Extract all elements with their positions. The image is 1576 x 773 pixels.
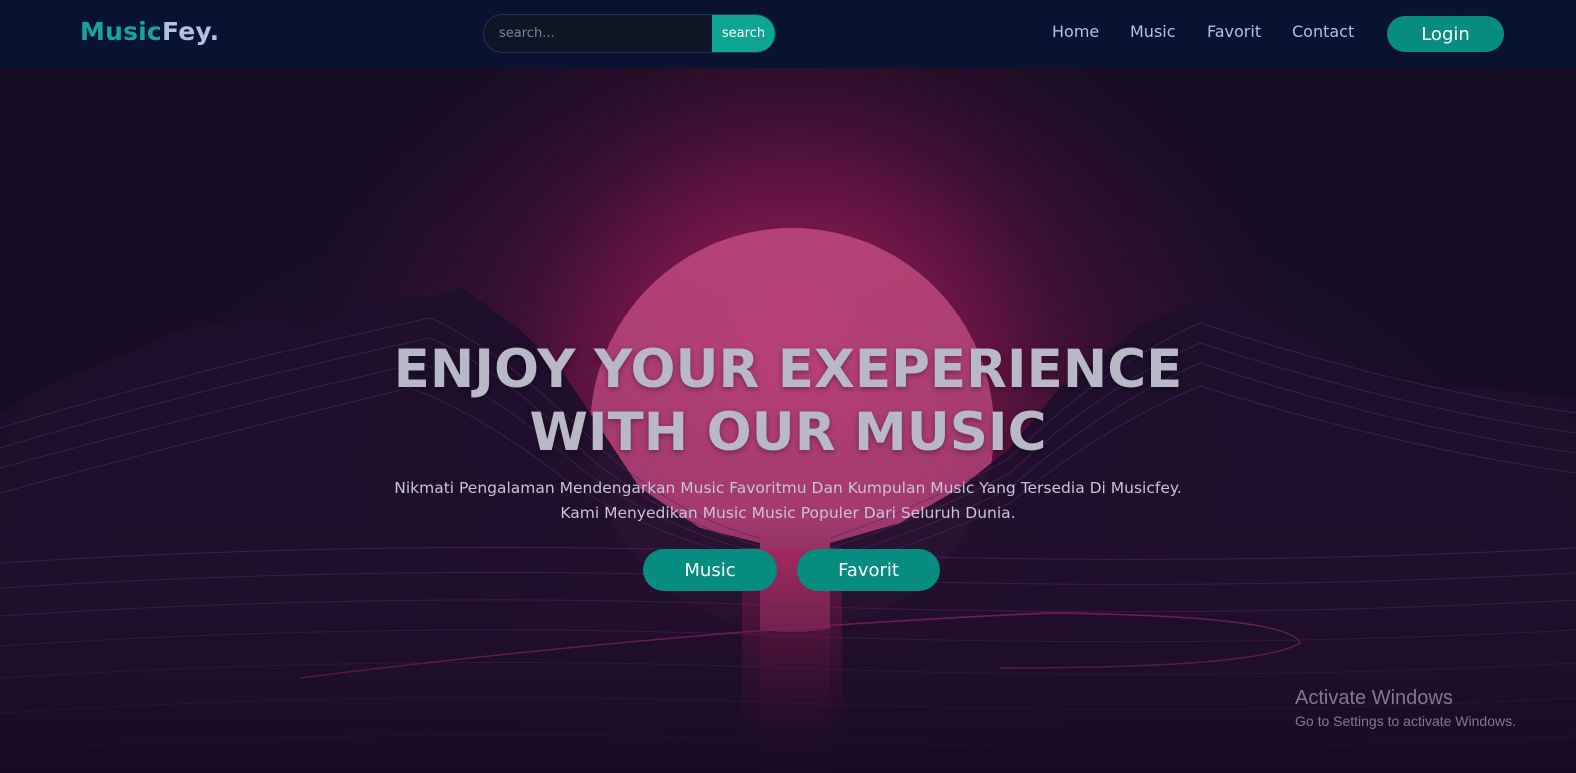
search-button[interactable]: search — [712, 15, 775, 52]
hero-section: ENJOY YOUR EXEPERIENCE WITH OUR MUSIC Ni… — [0, 68, 1576, 773]
search-input[interactable] — [484, 15, 712, 52]
nav-link-contact[interactable]: Contact — [1292, 22, 1354, 41]
brand-logo-part1: Music — [80, 17, 162, 46]
nav-link-favorit[interactable]: Favorit — [1207, 22, 1261, 41]
navbar: MusicFey. search Home Music Favorit Cont… — [0, 0, 1576, 68]
search-form: search — [483, 14, 776, 53]
activate-windows-watermark: Activate Windows Go to Settings to activ… — [1295, 687, 1516, 729]
hero-music-button[interactable]: Music — [643, 549, 777, 591]
hero-content: ENJOY YOUR EXEPERIENCE WITH OUR MUSIC Ni… — [0, 68, 1576, 773]
hero-title-line2: WITH OUR MUSIC — [529, 402, 1047, 463]
hero-subtitle-line2: Kami Menyedikan Music Music Populer Dari… — [560, 504, 1016, 522]
login-button[interactable]: Login — [1387, 16, 1504, 52]
watermark-subtitle: Go to Settings to activate Windows. — [1295, 713, 1516, 729]
brand-logo-part2: Fey. — [161, 17, 220, 46]
hero-title-line1: ENJOY YOUR EXEPERIENCE — [393, 339, 1183, 400]
hero-favorit-button[interactable]: Favorit — [797, 549, 940, 591]
watermark-title: Activate Windows — [1295, 687, 1453, 709]
nav-link-music[interactable]: Music — [1130, 22, 1176, 41]
hero-subtitle: Nikmati Pengalaman Mendengarkan Music Fa… — [0, 476, 1576, 526]
hero-subtitle-line1: Nikmati Pengalaman Mendengarkan Music Fa… — [394, 479, 1182, 497]
brand-logo[interactable]: MusicFey. — [80, 17, 219, 46]
nav-link-home[interactable]: Home — [1052, 22, 1099, 41]
hero-title: ENJOY YOUR EXEPERIENCE WITH OUR MUSIC — [0, 338, 1576, 464]
